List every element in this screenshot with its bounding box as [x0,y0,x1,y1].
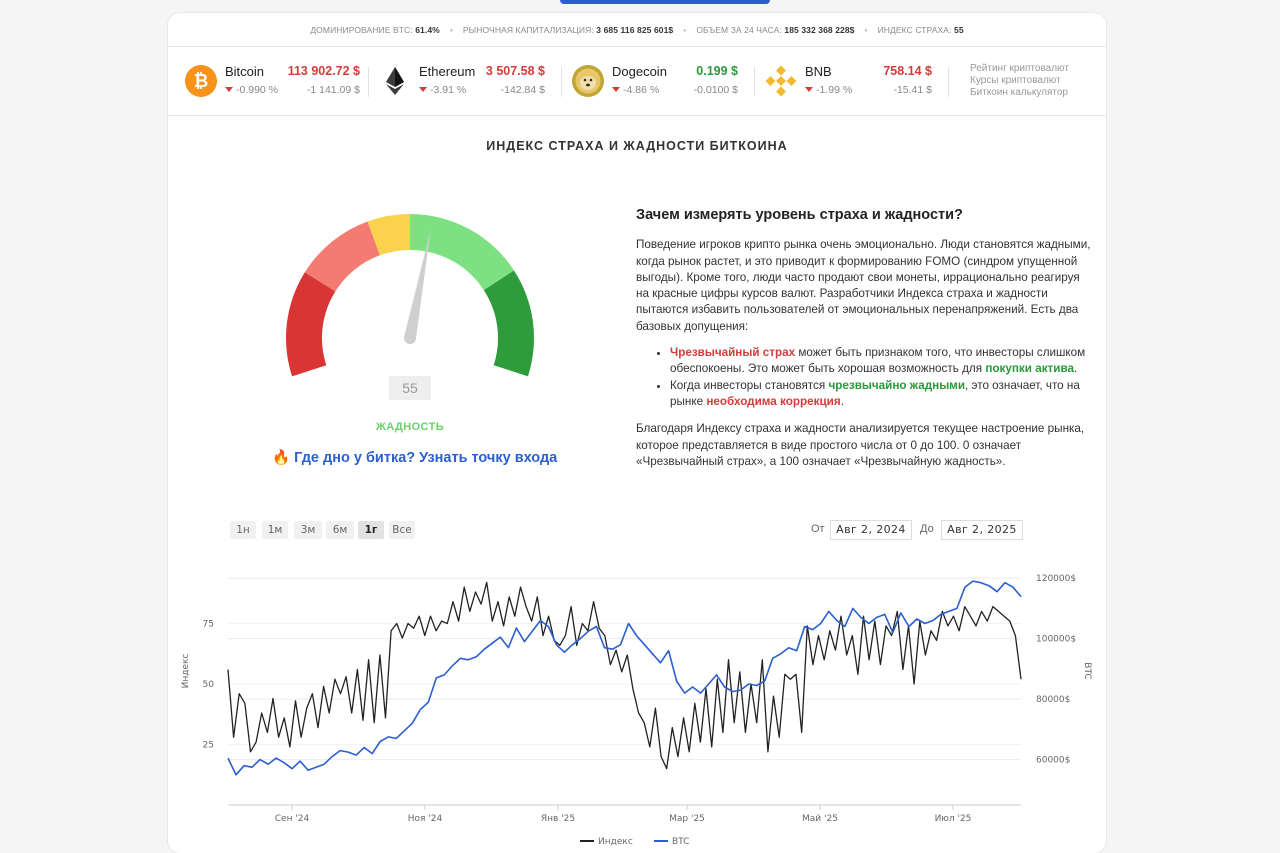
article-heading: Зачем измерять уровень страха и жадности… [636,207,963,223]
down-arrow-icon [225,87,233,92]
link-crypto-rating[interactable]: Рейтинг криптовалют [970,63,1069,75]
legend-label-btc: BTC [672,837,689,847]
gauge-segment-extreme-greed [483,270,534,377]
y-left-axis-title: Индекс [181,654,191,689]
coin-item-ethereum[interactable]: Ethereum 3 507.58 $ -3.91 % -142.84 $ [378,47,545,115]
article-list: Чрезвычайный страх может быть признаком … [636,345,1091,410]
coin-change-pct: -4.86 % [612,84,659,96]
y-left-tick-label: 50 [203,680,215,690]
coin-item-bitcoin[interactable]: ₿ Bitcoin 113 902.72 $ -0.990 % -1 141.0… [184,47,360,115]
gauge-segment-extreme-fear [286,272,336,377]
coin-price: 758.14 $ [883,64,932,78]
coin-change-pct: -3.91 % [419,84,466,96]
gauge-value: 55 [389,376,431,400]
chart-area: 1н 1м 3м 6м 1г Все От Авг 2, 2024 До Авг… [168,513,1106,853]
ethereum-icon [386,67,404,95]
list-item: Когда инвесторы становятся чрезвычайно ж… [670,378,1091,411]
series-line-index [227,581,1022,770]
y-left-tick-label: 25 [203,741,214,751]
x-tick-label: Май '25 [802,814,838,824]
x-tick-label: Мар '25 [669,814,705,824]
x-tick-label: Янв '25 [541,814,575,824]
list-item: Чрезвычайный страх может быть признаком … [670,345,1091,378]
market-stats-bar: ДОМИНИРОВАНИЕ BTC: 61.4% • РЫНОЧНАЯ КАПИ… [168,13,1106,47]
fire-icon: 🔥 [272,450,291,466]
divider [948,67,949,97]
x-tick-label: Сен '24 [275,814,310,824]
bitcoin-icon: ₿ [185,65,217,97]
x-tick-label: Июл '25 [935,814,972,824]
section-title: ИНДЕКС СТРАХА И ЖАДНОСТИ БИТКОИНА [486,139,788,153]
coin-name: Bitcoin [225,64,265,79]
gauge-label: ЖАДНОСТЬ [375,421,445,433]
link-crypto-rates[interactable]: Курсы криптовалют [970,75,1069,87]
y-right-tick-label: 120000$ [1036,574,1076,584]
coin-change-abs: -0.0100 $ [693,84,738,96]
article: Зачем измерять уровень страха и жадности… [636,207,1091,480]
main-card: ДОМИНИРОВАНИЕ BTC: 61.4% • РЫНОЧНАЯ КАПИ… [168,13,1106,853]
down-arrow-icon [419,87,427,92]
coin-name: BNB [805,64,832,79]
separator-dot: • [683,24,687,35]
link-bitcoin-calculator[interactable]: Биткоин калькулятор [970,87,1069,99]
y-right-tick-label: 60000$ [1036,756,1070,766]
fear-greed-btc-chart: 25 50 75 60000$ 80000$ 100000$ 120000$ Индекс BT… [181,574,1092,847]
x-tick-label: Ноя '24 [408,814,443,824]
gauge-needle-hub [404,332,416,344]
divider [754,67,755,97]
coin-ticker: ₿ Bitcoin 113 902.72 $ -0.990 % -1 141.0… [168,47,1106,116]
divider [368,67,369,97]
separator-dot: • [449,24,453,35]
coin-price: 0.199 $ [696,64,738,78]
stat-market-cap: РЫНОЧНАЯ КАПИТАЛИЗАЦИЯ: 3 685 116 825 60… [462,24,674,35]
article-paragraph: Поведение игроков крипто рынка очень эмо… [636,238,1091,333]
stat-fear-index: ИНДЕКС СТРАХА: 55 [877,24,964,35]
y-left-tick-label: 75 [203,620,214,630]
coin-price: 113 902.72 $ [287,64,360,78]
coin-change-abs: -15.41 $ [893,84,932,96]
bnb-icon [765,65,797,97]
legend-label-index: Индекс [598,837,633,847]
article-paragraph: Благодаря Индексу страха и жадности анал… [636,422,1085,468]
coin-change-abs: -142.84 $ [500,84,545,96]
coin-name: Ethereum [419,64,476,79]
down-arrow-icon [805,87,813,92]
down-arrow-icon [612,87,620,92]
coin-change-pct: -1.99 % [805,84,852,96]
header-underline [560,0,770,4]
entry-point-link[interactable]: 🔥 Где дно у битка? Узнать точку входа [272,449,557,466]
coin-name: Dogecoin [612,64,667,79]
side-links: Рейтинг криптовалют Курсы криптовалют Би… [970,63,1069,99]
y-right-tick-label: 80000$ [1036,695,1070,705]
coin-change-abs: -1 141.09 $ [306,84,360,96]
coin-price: 3 507.58 $ [485,64,545,78]
dogecoin-icon [572,65,604,97]
coin-change-pct: -0.990 % [225,84,278,96]
y-right-axis-title: BTC [1082,662,1092,679]
divider [561,67,562,97]
separator-dot: • [864,24,868,35]
stat-volume-24h: ОБЪЕМ ЗА 24 ЧАСА: 185 332 368 228$ [696,24,855,35]
coin-item-bnb[interactable]: BNB 758.14 $ -1.99 % -15.41 $ [764,47,932,115]
y-right-tick-label: 100000$ [1036,635,1076,645]
svg-text:₿: ₿ [194,71,209,92]
coin-item-dogecoin[interactable]: Dogecoin 0.199 $ -4.86 % -0.0100 $ [571,47,738,115]
stat-btc-dominance: ДОМИНИРОВАНИЕ BTC: 61.4% [310,24,440,35]
